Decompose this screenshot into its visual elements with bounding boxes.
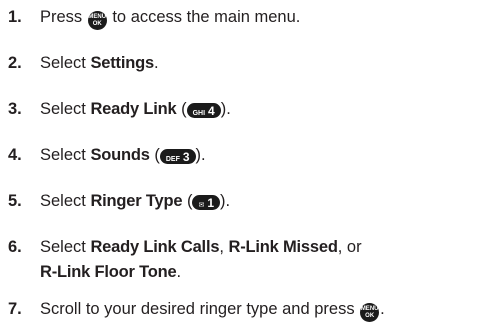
menu-option-label: Settings [90,54,154,72]
step-number: 5. [8,192,22,210]
step-text: Select Settings. [40,54,159,72]
step-text: Select Ready Link Calls, R-Link Missed, … [40,238,362,281]
voicemail1-key-icon: ✉ 1 [192,195,221,210]
menu-option-label: R-Link Floor Tone [40,263,177,281]
menu-ok-key-icon: MENU OK [87,11,107,30]
step-text: Select Ringer Type (✉ 1). [40,192,231,210]
menu-option-label: Ready Link [90,100,177,118]
step-text: Press MENU OK to access the main menu. [40,7,300,30]
menu-option-label: Ringer Type [90,192,183,210]
step-text: Select Sounds (DEF 3). [40,146,206,164]
step-number: 6. [8,238,22,256]
step-number: 2. [8,54,22,72]
menu-option-label: R-Link Missed [228,238,338,256]
def3-key-icon: DEF 3 [159,149,196,164]
menu-option-label: Sounds [90,146,150,164]
menu-option-label: Ready Link Calls [90,238,220,256]
step-number: 3. [8,100,22,118]
step-number: 7. [8,300,22,318]
step-number: 1. [8,8,22,26]
step-text: Select Ready Link (GHI 4). [40,100,231,118]
menu-ok-key-icon: MENU OK [360,303,380,322]
ghi4-key-icon: GHI 4 [186,103,221,118]
step-number: 4. [8,146,22,164]
